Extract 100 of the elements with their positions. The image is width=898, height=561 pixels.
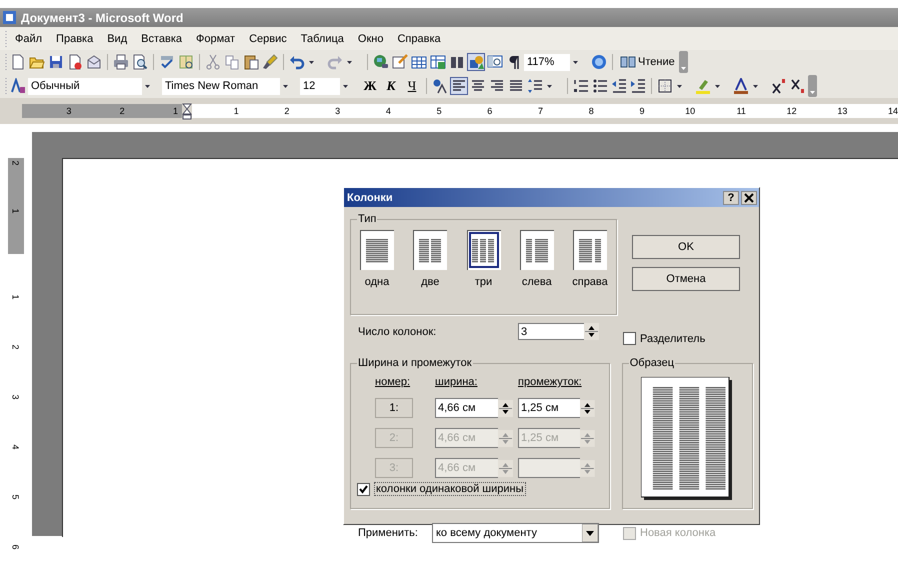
brush-icon[interactable] <box>262 54 278 70</box>
column-preset[interactable]: справа <box>568 230 612 288</box>
ruler-number: 12 <box>786 106 797 116</box>
line-spacing-icon[interactable] <box>527 78 543 94</box>
style-dropdown[interactable]: Обычный <box>28 78 142 94</box>
toolbar-grip[interactable] <box>4 52 8 72</box>
group-label: Тип <box>357 213 378 225</box>
menu-item[interactable]: Справка <box>390 32 448 44</box>
scissors-icon[interactable] <box>205 54 221 70</box>
help-button[interactable]: ? <box>723 190 739 204</box>
help-icon[interactable] <box>591 54 607 70</box>
justify-icon[interactable] <box>508 78 524 94</box>
column-preset[interactable]: слева <box>514 230 559 288</box>
underline-button[interactable]: Ч <box>402 78 422 94</box>
ruler-number: 5 <box>11 494 21 500</box>
word-document-icon <box>2 10 17 25</box>
ruler-number: 4 <box>386 106 391 116</box>
measure-field[interactable]: 4,66 см <box>435 398 498 418</box>
border-icon[interactable] <box>657 78 673 94</box>
align-right-icon[interactable] <box>489 78 505 94</box>
column-header: номер: <box>375 376 412 388</box>
new-document-icon[interactable] <box>10 54 26 70</box>
font-size-dropdown[interactable]: 12 <box>300 78 340 94</box>
toolbar-grip[interactable] <box>4 28 8 48</box>
columns-layout-icon <box>360 230 394 270</box>
indent-marker[interactable] <box>182 102 192 120</box>
book-open-icon <box>620 54 636 70</box>
menu-item[interactable]: Окно <box>350 32 390 44</box>
menu-item[interactable]: Файл <box>8 32 50 44</box>
toolbar-grip[interactable] <box>4 76 8 96</box>
menu-item[interactable]: Сервис <box>242 32 294 44</box>
align-left-icon[interactable] <box>451 78 467 94</box>
ruler-number: 3 <box>66 106 72 116</box>
page-permission-icon[interactable] <box>67 54 83 70</box>
indent-icon[interactable] <box>630 78 646 94</box>
globe-icon[interactable] <box>373 54 389 70</box>
spin-buttons[interactable] <box>580 400 595 416</box>
bullet-list-icon[interactable] <box>592 78 608 94</box>
ruler-number: 1 <box>11 208 21 214</box>
font-dropdown[interactable]: Times New Roman <box>162 78 280 94</box>
mail-icon[interactable] <box>86 54 102 70</box>
menu-item[interactable]: Формат <box>189 32 242 44</box>
spin-buttons[interactable] <box>498 400 513 416</box>
column-number: 3: <box>375 458 413 478</box>
ruler-number: 2 <box>284 106 290 116</box>
menu-item[interactable]: Вставка <box>134 32 190 44</box>
dropdown-button[interactable] <box>582 524 598 542</box>
group-label: Ширина и промежуток <box>357 357 473 369</box>
column-number: 2: <box>375 428 413 448</box>
print-preview-icon[interactable] <box>132 54 148 70</box>
ruler-number: 5 <box>436 106 442 116</box>
columns-icon[interactable] <box>449 54 465 70</box>
align-center-icon[interactable] <box>470 78 486 94</box>
subscript-icon[interactable] <box>790 78 806 94</box>
column-number: 1: <box>375 398 413 418</box>
numbered-list-icon[interactable] <box>573 78 589 94</box>
font-color-icon[interactable] <box>733 78 749 94</box>
clipboard-icon[interactable] <box>243 54 259 70</box>
bold-button[interactable]: Ж <box>360 78 380 94</box>
dialog-title: Колонки <box>347 192 393 204</box>
undo-icon[interactable] <box>289 54 305 70</box>
ruler-number: 11 <box>736 106 746 116</box>
toolbar-options-button[interactable] <box>678 51 688 73</box>
table-edit-icon[interactable] <box>392 54 408 70</box>
column-header: ширина: <box>435 376 478 388</box>
apply-dropdown[interactable]: ко всему документу <box>432 523 599 543</box>
copy-icon[interactable] <box>224 54 240 70</box>
ruler-number: 3 <box>11 394 21 400</box>
column-preset[interactable]: одна <box>355 230 399 288</box>
checkbox-label: колонки одинаковой ширины <box>374 482 526 496</box>
ruler-number: 6 <box>487 106 492 116</box>
measure-field[interactable]: 1,25 см <box>518 398 580 418</box>
close-icon[interactable] <box>741 190 757 204</box>
spin-buttons[interactable] <box>584 323 599 340</box>
shapes-icon[interactable] <box>468 54 484 70</box>
superscript-icon[interactable] <box>771 78 787 94</box>
field-label: Применить: <box>358 527 419 539</box>
checkbox[interactable] <box>357 482 370 496</box>
spell-check-icon[interactable] <box>159 54 175 70</box>
checkbox[interactable] <box>623 332 636 345</box>
dialog-button[interactable]: OK <box>632 235 740 259</box>
table-icon[interactable] <box>411 54 427 70</box>
printer-icon[interactable] <box>113 54 129 70</box>
menu-item[interactable]: Таблица <box>294 32 351 44</box>
number-field[interactable]: 3 <box>518 323 584 340</box>
menu-item[interactable]: Правка <box>49 32 100 44</box>
zoom-dropdown[interactable]: 117% <box>524 54 570 70</box>
italic-button[interactable]: К <box>381 78 401 94</box>
reading-button[interactable]: Чтение <box>617 54 678 70</box>
ruler-number: 2 <box>11 344 21 350</box>
ruler-number: 3 <box>335 106 340 116</box>
ruler-number: 6 <box>11 544 21 550</box>
spreadsheet-icon[interactable] <box>430 54 446 70</box>
menu-item[interactable]: Вид <box>100 32 134 44</box>
column-preset[interactable]: две <box>408 230 452 288</box>
dialog-button[interactable]: Отмена <box>632 267 740 291</box>
column-preset[interactable]: три <box>462 230 506 288</box>
document-map-icon[interactable] <box>487 54 503 70</box>
ruler-number: 13 <box>837 106 848 116</box>
outdent-icon[interactable] <box>611 78 627 94</box>
